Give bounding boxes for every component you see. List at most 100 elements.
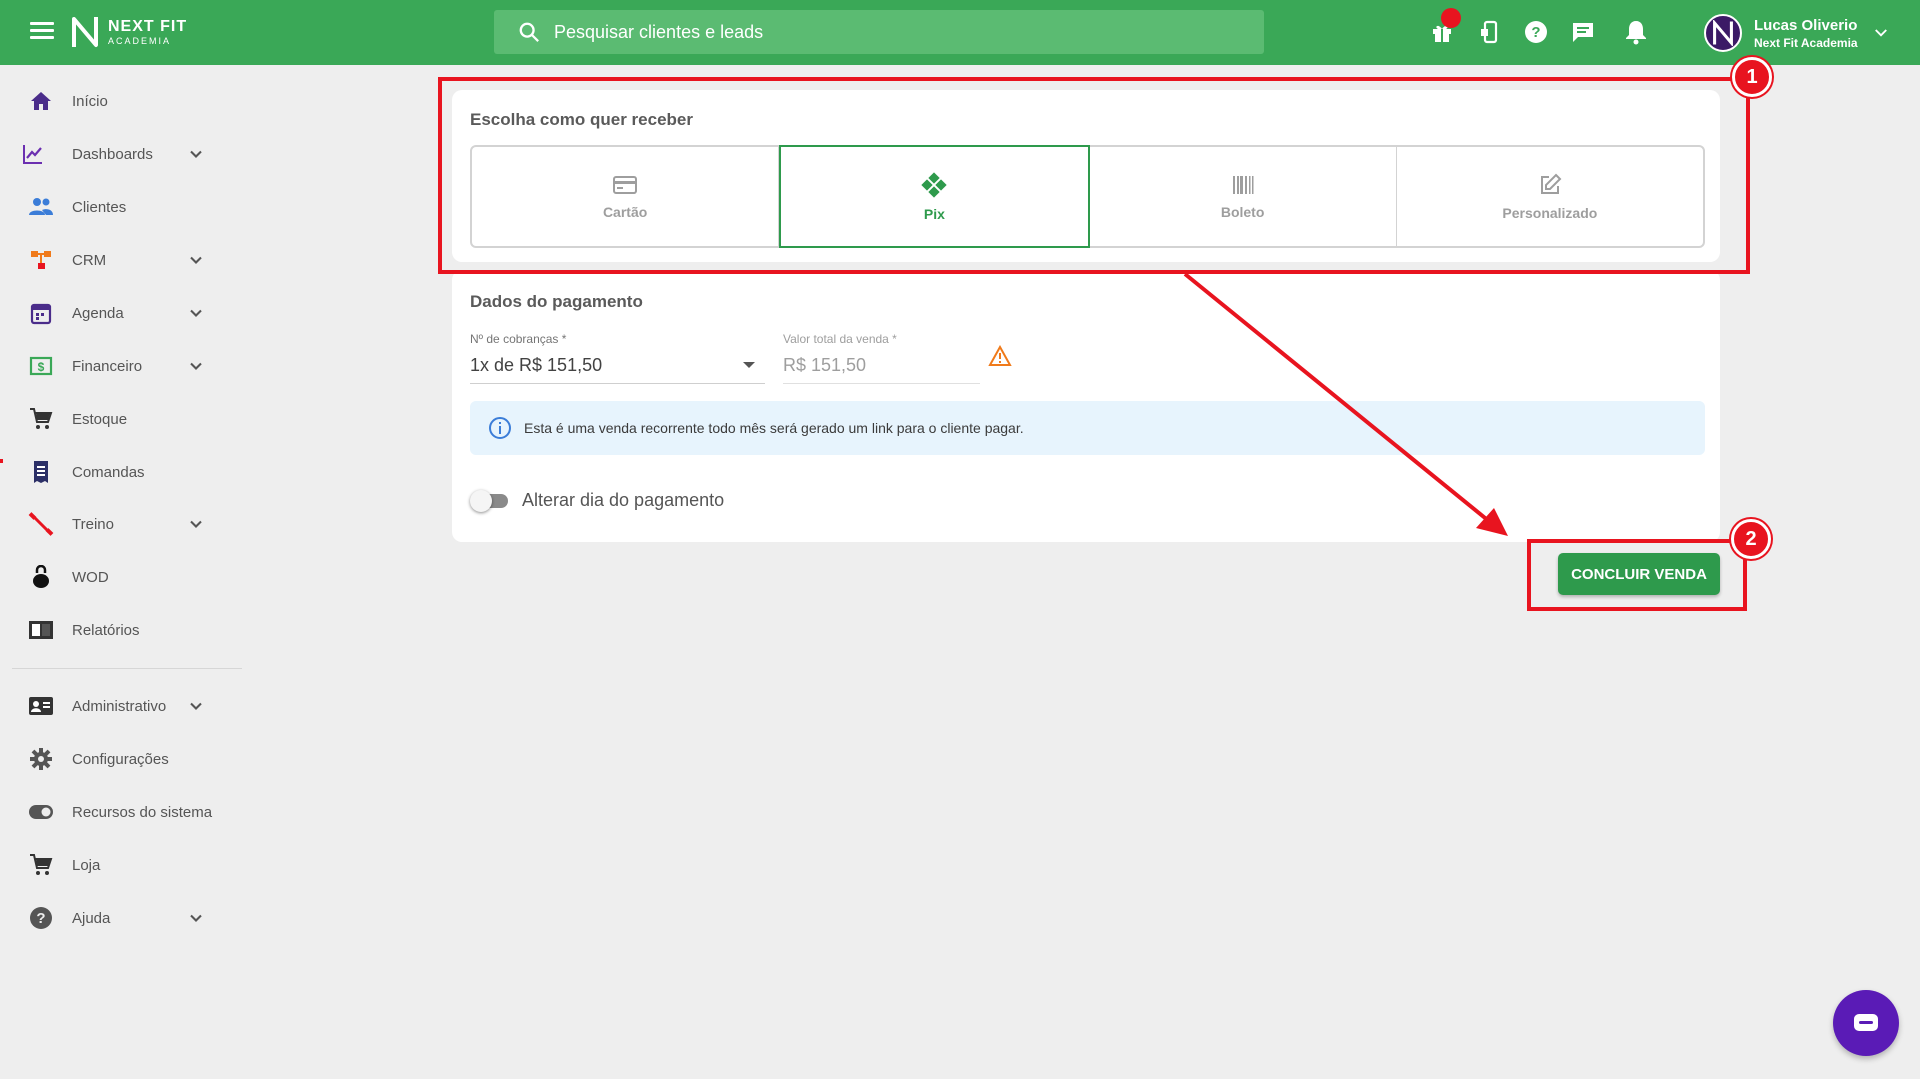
crm-icon	[28, 247, 54, 273]
total-underline	[783, 383, 980, 384]
chevron-down-icon[interactable]	[1872, 24, 1890, 42]
sidebar-item-label: Treino	[72, 515, 114, 533]
sidebar-item-label: Ajuda	[72, 909, 111, 927]
search-icon	[519, 22, 539, 42]
toggle-icon	[28, 799, 54, 825]
logo-title: NEXT FIT	[108, 17, 188, 35]
sidebar-item-label: Relatórios	[72, 621, 140, 639]
chevron-down-icon[interactable]	[186, 250, 206, 270]
cart-icon	[28, 852, 54, 878]
installments-select[interactable]: 1x de R$ 151,50	[470, 355, 602, 376]
sidebar-item-label: Início	[72, 92, 108, 110]
step-badge-2: 2	[1731, 519, 1771, 559]
sidebar-item-label: Configurações	[72, 750, 169, 768]
user-org: Next Fit Academia	[1754, 35, 1858, 50]
chart-line-icon	[20, 141, 46, 167]
sidebar-item-ajuda[interactable]: ? Ajuda	[0, 898, 245, 938]
red-marker	[0, 459, 3, 463]
sidebar-divider	[12, 668, 242, 669]
kettlebell-icon	[28, 564, 54, 590]
sidebar-item-label: Agenda	[72, 304, 124, 322]
info-text: Esta é uma venda recorrente todo mês ser…	[524, 420, 1024, 436]
help-icon[interactable]: ?	[1522, 18, 1550, 46]
sidebar-item-label: Administrativo	[72, 697, 167, 715]
chevron-down-icon[interactable]	[186, 144, 206, 164]
sidebar-item-recursos[interactable]: Recursos do sistema	[0, 792, 245, 832]
payment-data-card: Dados do pagamento Nº de cobranças * 1x …	[452, 270, 1720, 542]
chevron-down-icon[interactable]	[186, 356, 206, 376]
home-icon	[28, 88, 54, 114]
sidebar-item-label: Estoque	[72, 410, 128, 428]
sidebar-item-label: Financeiro	[72, 357, 143, 375]
chevron-down-icon[interactable]	[186, 908, 206, 928]
gear-icon	[28, 746, 54, 772]
total-label: Valor total da venda *	[783, 332, 897, 346]
search-bar[interactable]	[494, 10, 1264, 54]
chevron-down-icon[interactable]	[186, 696, 206, 716]
highlight-box-1	[438, 77, 1750, 274]
change-payment-day-toggle[interactable]	[470, 490, 510, 512]
user-name: Lucas Oliverio	[1754, 16, 1858, 34]
sidebar-item-wod[interactable]: WOD	[0, 557, 245, 597]
sidebar-item-agenda[interactable]: Agenda	[0, 293, 245, 333]
id-card-icon	[28, 693, 54, 719]
search-input[interactable]	[554, 21, 1204, 43]
svg-text:?: ?	[36, 910, 45, 927]
chat-icon[interactable]	[1569, 18, 1597, 46]
sidebar-item-financeiro[interactable]: $ Financeiro	[0, 346, 245, 386]
sidebar-item-administrativo[interactable]: Administrativo	[0, 686, 245, 726]
total-value: R$ 151,50	[783, 355, 867, 375]
sidebar-item-loja[interactable]: Loja	[0, 845, 245, 885]
sidebar-item-clientes[interactable]: Clientes	[0, 187, 245, 227]
sidebar-item-label: Dashboards	[72, 145, 153, 163]
dropdown-arrow-icon[interactable]	[742, 360, 756, 370]
report-icon	[28, 617, 54, 643]
chevron-down-icon[interactable]	[186, 303, 206, 323]
top-bar: NEXT FIT ACADEMIA ? Lucas Oliverio Next …	[0, 0, 1920, 65]
svg-text:?: ?	[1531, 24, 1540, 41]
payment-data-title: Dados do pagamento	[470, 292, 643, 311]
menu-icon[interactable]	[30, 22, 54, 42]
sidebar-item-crm[interactable]: CRM	[0, 240, 245, 280]
receipt-icon	[28, 459, 54, 485]
sidebar-item-label: WOD	[72, 568, 109, 586]
installments-underline	[470, 383, 765, 384]
sidebar-item-label: Comandas	[72, 463, 145, 481]
sidebar-item-label: CRM	[72, 251, 107, 269]
sidebar-item-comandas[interactable]: Comandas	[0, 452, 245, 492]
sidebar-item-dashboards[interactable]: Dashboards	[0, 134, 245, 174]
sidebar-item-relatorios[interactable]: Relatórios	[0, 610, 245, 650]
step-badge-1: 1	[1732, 57, 1772, 97]
info-icon	[489, 417, 511, 439]
change-payment-day-label: Alterar dia do pagamento	[522, 490, 725, 510]
svg-text:$: $	[38, 360, 45, 374]
user-menu[interactable]: Lucas Oliverio Next Fit Academia	[1704, 14, 1890, 52]
bell-icon[interactable]	[1622, 18, 1650, 46]
money-icon: $	[28, 353, 54, 379]
avatar	[1704, 14, 1742, 52]
phone-icon[interactable]	[1476, 18, 1504, 46]
sidebar-item-configuracoes[interactable]: Configurações	[0, 739, 245, 779]
sidebar-item-estoque[interactable]: Estoque	[0, 399, 245, 439]
logo-subtitle: ACADEMIA	[108, 35, 172, 46]
chevron-down-icon[interactable]	[186, 514, 206, 534]
sidebar-item-label: Clientes	[72, 198, 127, 216]
chat-support-button[interactable]	[1833, 990, 1899, 1056]
installments-label: Nº de cobranças *	[470, 332, 567, 346]
info-banner: Esta é uma venda recorrente todo mês ser…	[470, 401, 1705, 455]
next-fit-logo-icon	[72, 17, 98, 47]
help-icon: ?	[28, 905, 54, 931]
cart-icon	[28, 406, 54, 432]
sidebar-item-label: Loja	[72, 856, 101, 874]
notification-dot	[1441, 8, 1461, 28]
sidebar-item-label: Recursos do sistema	[72, 803, 213, 821]
calendar-icon	[28, 300, 54, 326]
logo[interactable]: NEXT FIT ACADEMIA	[70, 12, 187, 52]
chat-bubble-icon	[1854, 1014, 1878, 1031]
people-icon	[28, 194, 54, 220]
warning-icon	[988, 345, 1012, 366]
highlight-box-2	[1527, 539, 1747, 611]
sidebar-item-inicio[interactable]: Início	[0, 81, 245, 121]
sidebar-item-treino[interactable]: Treino	[0, 504, 245, 544]
dumbbell-icon	[28, 511, 54, 537]
